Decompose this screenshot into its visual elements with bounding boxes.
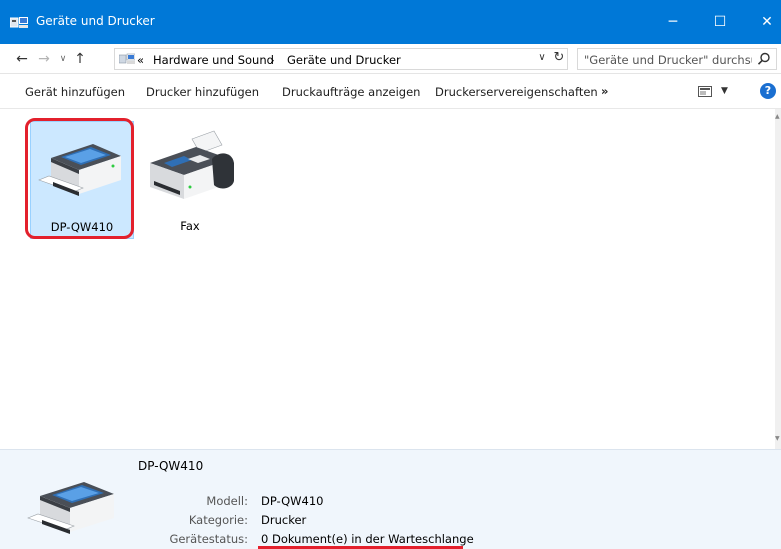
address-bar[interactable]: « Hardware und Sound › Geräte und Drucke… [114, 48, 568, 70]
search-placeholder: "Geräte und Drucker" durchsu... [584, 53, 752, 67]
model-value: DP-QW410 [261, 494, 324, 508]
view-options-icon[interactable] [698, 86, 712, 97]
command-bar: Gerät hinzufügen Drucker hinzufügen Druc… [0, 74, 781, 109]
category-value: Drucker [261, 513, 307, 527]
device-label: Fax [180, 219, 200, 233]
add-printer-button[interactable]: Drucker hinzufügen [146, 85, 259, 99]
scroll-up-icon[interactable]: ▲ [775, 113, 781, 120]
device-status-value: 0 Dokument(e) in der Warteschlange [261, 532, 474, 546]
minimize-icon: ─ [668, 14, 678, 30]
search-input[interactable]: "Geräte und Drucker" durchsu... [577, 48, 777, 70]
close-icon: ✕ [761, 14, 773, 30]
scroll-down-icon[interactable]: ▼ [775, 435, 781, 442]
devices-printers-icon [119, 53, 135, 64]
breadcrumb-devices-printers[interactable]: Geräte und Drucker [287, 53, 401, 67]
printer-icon [38, 144, 121, 196]
device-item-fax[interactable]: Fax [138, 121, 242, 239]
details-title: DP-QW410 [138, 459, 204, 473]
fax-icon [150, 130, 234, 199]
arrow-left-icon: ← [16, 51, 28, 67]
device-status-label: Gerätestatus: [169, 532, 248, 546]
forward-button[interactable]: → [34, 50, 54, 68]
window-title: Geräte und Drucker [36, 14, 155, 28]
show-print-jobs-button[interactable]: Druckaufträge anzeigen [282, 85, 420, 99]
maximize-icon: ☐ [713, 14, 727, 30]
refresh-icon[interactable]: ↻ [551, 50, 567, 68]
print-server-properties-button[interactable]: Druckerservereigenschaften [435, 85, 598, 99]
title-bar: Geräte und Drucker ─ ☐ ✕ [0, 0, 781, 44]
back-button[interactable]: ← [12, 50, 32, 68]
breadcrumb-overflow[interactable]: « [137, 53, 144, 67]
search-icon[interactable] [756, 51, 772, 67]
details-pane: DP-QW410 Modell: DP-QW410 Kategorie: Dru… [0, 449, 781, 549]
minimize-button[interactable]: ─ [650, 0, 696, 44]
devices-printers-icon [10, 17, 28, 28]
device-item-printer[interactable]: DP-QW410 [30, 121, 134, 239]
breadcrumb-separator-icon[interactable]: › [270, 53, 275, 67]
arrow-right-icon: → [38, 51, 50, 67]
address-dropdown-icon[interactable]: ∨ [535, 52, 549, 68]
breadcrumb-hardware-sound[interactable]: Hardware und Sound [153, 53, 274, 67]
add-device-button[interactable]: Gerät hinzufügen [25, 85, 125, 99]
device-label: DP-QW410 [50, 220, 114, 234]
address-row: ← → ∨ ↑ « Hardware und Sound › Geräte un… [0, 44, 781, 74]
up-button[interactable]: ↑ [70, 50, 90, 68]
help-icon[interactable]: ? [760, 83, 776, 99]
printer-icon [27, 482, 114, 534]
model-label: Modell: [206, 494, 248, 508]
view-dropdown-icon[interactable]: ▼ [721, 86, 728, 96]
scrollbar[interactable]: ▲ ▼ [775, 109, 781, 449]
maximize-button[interactable]: ☐ [697, 0, 743, 44]
more-commands-icon[interactable]: » [601, 84, 608, 98]
close-button[interactable]: ✕ [744, 0, 781, 44]
arrow-up-icon: ↑ [74, 51, 86, 67]
recent-locations-button[interactable]: ∨ [56, 50, 70, 68]
chevron-down-icon: ∨ [59, 54, 67, 64]
category-label: Kategorie: [188, 513, 248, 527]
